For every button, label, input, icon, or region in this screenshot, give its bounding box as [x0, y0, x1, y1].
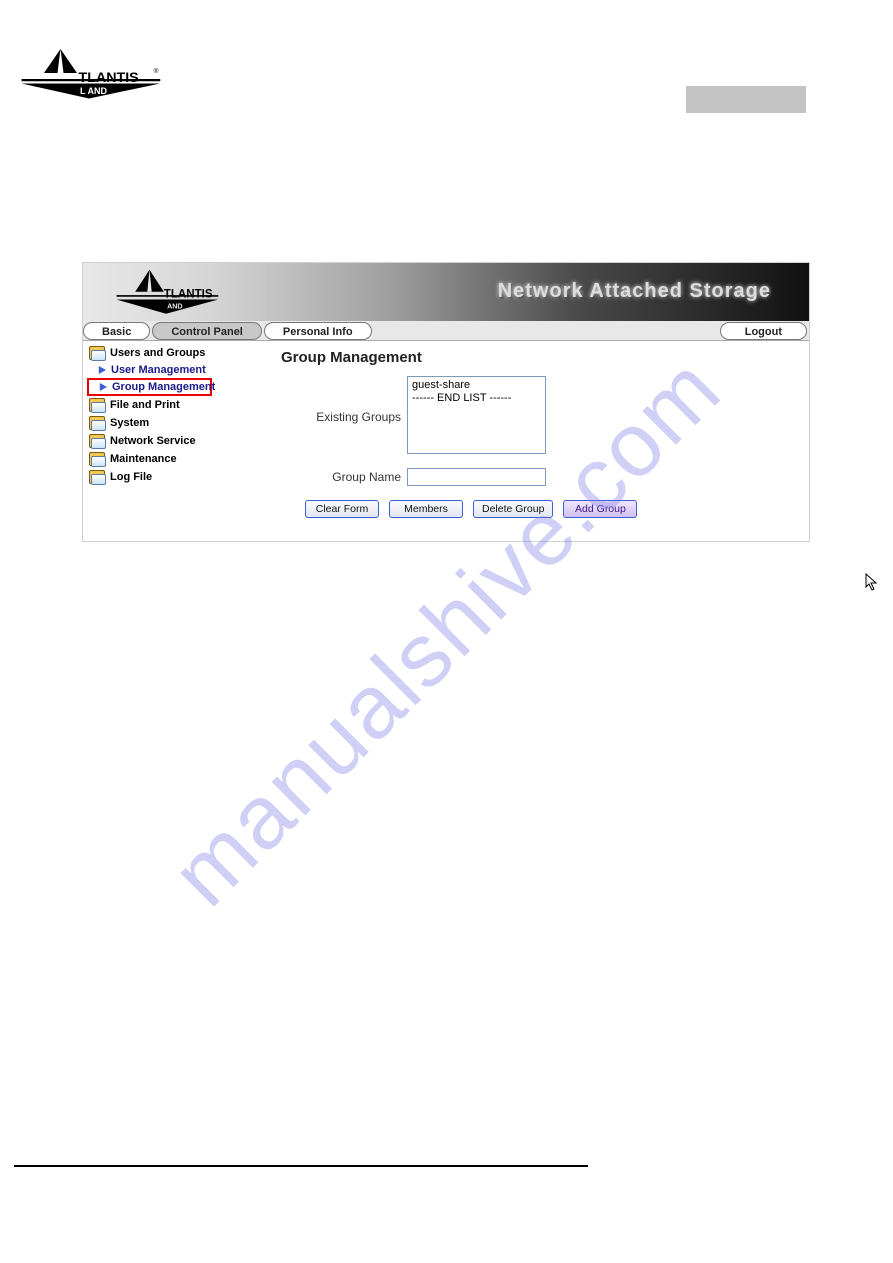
list-item[interactable]: ------ END LIST ------	[412, 392, 541, 405]
members-button[interactable]: Members	[389, 500, 463, 518]
page-title: Group Management	[281, 349, 797, 366]
footer-divider	[14, 1165, 588, 1167]
sidebar-item-label: Group Management	[112, 381, 215, 393]
brand-logo-banner: TLANTIS AND	[111, 265, 221, 321]
tab-control-panel[interactable]: Control Panel	[152, 322, 262, 340]
tab-personal-info[interactable]: Personal Info	[264, 322, 372, 340]
sidebar: Users and Groups User Management Group M…	[83, 341, 265, 541]
sidebar-item-system[interactable]: System	[87, 414, 261, 432]
sidebar-item-label: File and Print	[110, 399, 180, 411]
list-item[interactable]: guest-share	[412, 379, 541, 392]
folder-icon	[89, 346, 105, 360]
folder-icon	[89, 434, 105, 448]
atlantis-land-banner-icon: TLANTIS AND	[111, 265, 221, 321]
sidebar-item-group-management[interactable]: Group Management	[87, 378, 212, 396]
header-grey-box	[686, 86, 806, 113]
main-panel: Group Management Existing Groups guest-s…	[265, 341, 809, 541]
bullet-icon	[98, 366, 106, 374]
sidebar-item-label: Maintenance	[110, 453, 177, 465]
admin-ui-screenshot: TLANTIS AND Network Attached Storage Bas…	[82, 262, 810, 542]
tab-bar: Basic Control Panel Personal Info Logout	[83, 321, 809, 341]
sidebar-item-label: Users and Groups	[110, 347, 205, 359]
sidebar-item-users-and-groups[interactable]: Users and Groups	[87, 344, 261, 362]
bullet-icon	[99, 383, 107, 391]
svg-text:L: L	[80, 86, 86, 96]
svg-text:TLANTIS: TLANTIS	[79, 70, 139, 86]
banner-title: Network Attached Storage	[498, 280, 771, 303]
sidebar-item-network-service[interactable]: Network Service	[87, 432, 261, 450]
sidebar-item-label: User Management	[111, 364, 206, 376]
button-row: Clear Form Members Delete Group Add Grou…	[305, 500, 797, 518]
folder-icon	[89, 416, 105, 430]
clear-form-button[interactable]: Clear Form	[305, 500, 379, 518]
banner: TLANTIS AND Network Attached Storage	[83, 263, 809, 321]
label-group-name: Group Name	[277, 470, 407, 484]
delete-group-button[interactable]: Delete Group	[473, 500, 553, 518]
folder-icon	[89, 452, 105, 466]
sidebar-item-label: Network Service	[110, 435, 196, 447]
sidebar-item-user-management[interactable]: User Management	[87, 362, 261, 378]
svg-text:®: ®	[154, 67, 159, 75]
existing-groups-listbox[interactable]: guest-share ------ END LIST ------	[407, 376, 546, 454]
cursor-icon	[865, 573, 879, 596]
svg-text:AND: AND	[88, 86, 108, 96]
tab-logout[interactable]: Logout	[720, 322, 807, 340]
group-name-input[interactable]	[407, 468, 546, 486]
add-group-button[interactable]: Add Group	[563, 500, 637, 518]
tab-basic[interactable]: Basic	[83, 322, 150, 340]
folder-icon	[89, 398, 105, 412]
atlantis-land-logo-icon: TLANTIS ® AND L	[14, 46, 164, 106]
sidebar-item-label: System	[110, 417, 149, 429]
row-existing-groups: Existing Groups guest-share ------ END L…	[277, 376, 797, 454]
svg-text:TLANTIS: TLANTIS	[164, 288, 213, 300]
label-existing-groups: Existing Groups	[277, 407, 407, 424]
brand-logo-outer: TLANTIS ® AND L	[14, 46, 164, 111]
sidebar-item-maintenance[interactable]: Maintenance	[87, 450, 261, 468]
folder-icon	[89, 470, 105, 484]
sidebar-item-log-file[interactable]: Log File	[87, 468, 261, 486]
sidebar-item-label: Log File	[110, 471, 152, 483]
row-group-name: Group Name	[277, 468, 797, 486]
sidebar-item-file-and-print[interactable]: File and Print	[87, 396, 261, 414]
svg-text:AND: AND	[167, 302, 182, 310]
